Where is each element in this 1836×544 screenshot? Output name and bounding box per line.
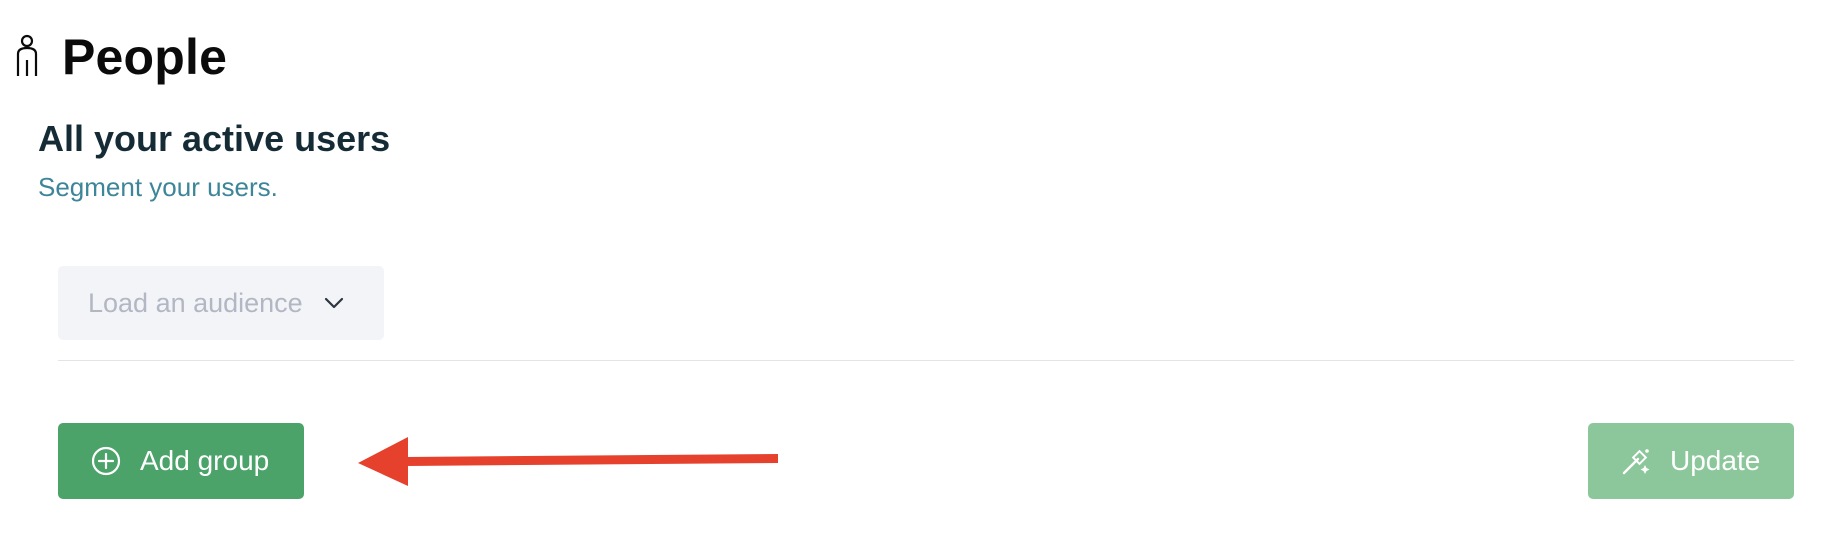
people-page: People All your active users Segment you… [0,0,1836,544]
divider [58,360,1794,361]
add-group-label: Add group [140,445,270,476]
plus-circle-icon [90,445,140,477]
load-audience-label: Load an audience [88,287,303,318]
section-title: All your active users [38,118,391,159]
update-button[interactable]: Update [1588,423,1794,499]
update-label: Update [1670,445,1761,476]
section-subtitle: Segment your users. [38,172,278,202]
person-icon [14,34,40,80]
page-title: People [62,29,228,85]
chevron-down-icon [303,296,345,310]
magic-wand-icon [1620,445,1670,477]
add-group-button[interactable]: Add group [58,423,304,499]
load-audience-dropdown[interactable]: Load an audience [58,266,384,340]
annotation-arrow [350,430,782,499]
page-header: People [14,28,227,86]
